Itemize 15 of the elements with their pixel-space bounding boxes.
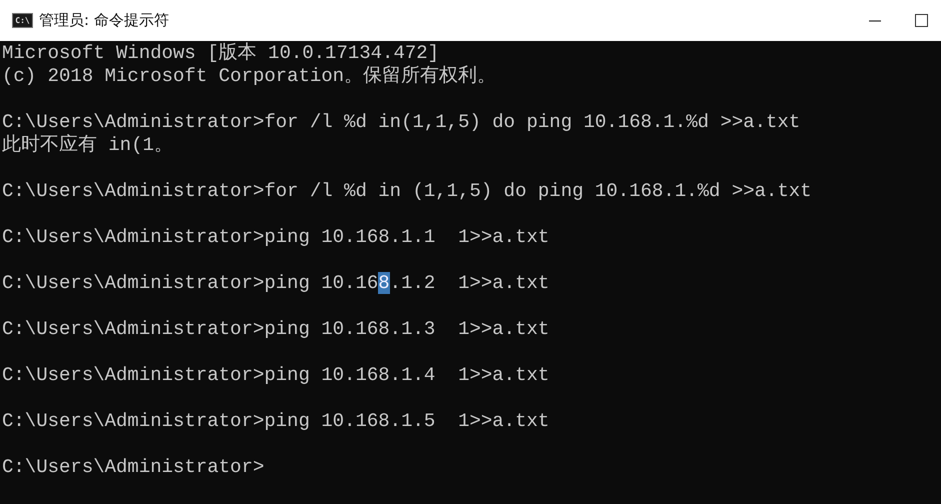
window-title: 管理员: 命令提示符: [39, 11, 169, 30]
console-line: C:\Users\Administrator>ping 10.168.1.5 1>>a.txt: [2, 410, 550, 433]
minimize-icon: [869, 20, 881, 22]
console-line: C:\Users\Administrator>ping 10.168.1.4 1>>a.txt: [2, 364, 550, 387]
maximize-icon: [914, 14, 928, 27]
console-line: 此时不应有 in(1。: [2, 134, 174, 157]
console-line: (c) 2018 Microsoft Corporation。保留所有权利。: [2, 65, 496, 88]
console-line: C:\Users\Administrator>ping 10.168.1.1 1>>a.txt: [2, 226, 550, 249]
command-prompt-icon: C:\: [12, 13, 33, 28]
console-line: C:\Users\Administrator>: [2, 456, 264, 479]
console-line: C:\Users\Administrator>ping 10.168.1.2 1>>a.txt: [2, 272, 550, 295]
console-line: Microsoft Windows [版本 10.0.17134.472]: [2, 42, 440, 65]
console-line: C:\Users\Administrator>ping 10.168.1.3 1>>a.txt: [2, 318, 550, 341]
console-line: C:\Users\Administrator>for /l %d in(1,1,5) do ping 10.168.1.%d >>a.txt: [2, 111, 800, 134]
console-line: C:\Users\Administrator>for /l %d in (1,1,5) do ping 10.168.1.%d >>a.txt: [2, 180, 812, 203]
